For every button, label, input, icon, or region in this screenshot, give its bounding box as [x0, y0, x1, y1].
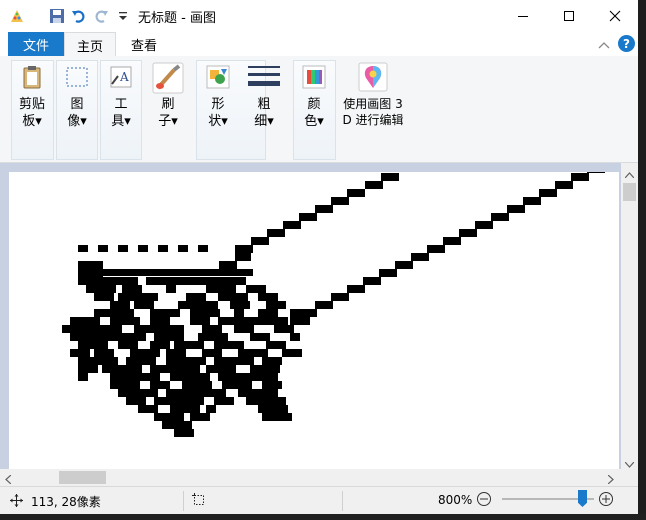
- pixel-drawing: [62, 172, 605, 437]
- brushes-label: 刷 子▾: [158, 97, 178, 129]
- status-separator: [183, 491, 184, 511]
- scroll-corner: [621, 469, 638, 486]
- tools-icon: A: [108, 64, 134, 90]
- maximize-button[interactable]: [546, 0, 592, 31]
- close-icon: [609, 10, 621, 21]
- paint3d-button[interactable]: 使用画图 3 D 进行编辑: [340, 60, 406, 128]
- brush-icon: [152, 62, 184, 94]
- background-desktop-edge: [638, 0, 646, 520]
- close-button[interactable]: [592, 0, 638, 31]
- image-label: 图 像▾: [67, 97, 87, 129]
- tab-view[interactable]: 查看: [118, 32, 170, 56]
- status-bar: 113, 28像素 800%: [0, 486, 638, 515]
- zoom-out-button[interactable]: [477, 492, 491, 506]
- clipboard-button[interactable]: 剪贴 板▾: [12, 60, 52, 130]
- select-image-icon: [64, 64, 90, 90]
- shapes-label: 形 状▾: [208, 97, 228, 129]
- shapes-icon: [205, 64, 231, 90]
- scroll-up-icon[interactable]: [624, 167, 635, 179]
- collapse-ribbon-icon[interactable]: [598, 38, 610, 52]
- horizontal-scroll-thumb[interactable]: [59, 471, 106, 484]
- status-separator: [342, 491, 343, 511]
- colors-icon: [301, 64, 327, 90]
- title-bar: 无标题 - 画图: [0, 0, 638, 31]
- tab-home[interactable]: 主页: [64, 32, 116, 57]
- paint3d-label: 使用画图 3 D 进行编辑: [342, 97, 404, 127]
- undo-icon[interactable]: [70, 7, 88, 25]
- line-width-icon: [248, 64, 280, 90]
- size-label: 粗 细▾: [254, 97, 274, 129]
- drawing-canvas[interactable]: [9, 172, 619, 472]
- minus-icon: [480, 498, 488, 500]
- redo-icon[interactable]: [92, 7, 110, 25]
- cursor-position-icon: [10, 494, 23, 510]
- maximize-icon: [564, 10, 574, 21]
- colors-label: 颜 色▾: [304, 97, 324, 129]
- minimize-button[interactable]: [500, 0, 546, 31]
- size-button[interactable]: 粗 细▾: [244, 60, 284, 130]
- clipboard-icon: [19, 64, 45, 90]
- window-title: 无标题 - 画图: [138, 11, 216, 26]
- save-icon[interactable]: [48, 7, 66, 25]
- help-icon[interactable]: ?: [618, 35, 635, 52]
- canvas-workspace: [0, 163, 638, 486]
- plus-icon: [602, 495, 610, 503]
- selection-size-icon: [192, 493, 206, 510]
- vertical-scrollbar[interactable]: [621, 163, 638, 469]
- taskbar-edge: [0, 514, 646, 520]
- vertical-scroll-thumb[interactable]: [623, 183, 636, 201]
- paint-window: 无标题 - 画图 文件 主页 查看 ? 剪贴 板▾ 图 像▾ A 工 具▾ 刷 …: [0, 0, 638, 520]
- zoom-level: 800%: [438, 493, 473, 507]
- svg-text:A: A: [119, 70, 129, 84]
- tools-label: 工 具▾: [111, 97, 131, 129]
- scroll-down-icon[interactable]: [624, 457, 635, 468]
- tools-button[interactable]: A 工 具▾: [101, 60, 141, 130]
- ribbon: 剪贴 板▾ 图 像▾ A 工 具▾ 刷 子▾ 形 状▾ 粗 细▾ 颜 色▾ 使用…: [0, 56, 638, 163]
- paint3d-icon: [358, 62, 388, 92]
- paint-app-icon[interactable]: [8, 7, 26, 25]
- scroll-left-icon[interactable]: [5, 473, 12, 485]
- scroll-right-icon[interactable]: [607, 473, 614, 485]
- cursor-position-text: 113, 28像素: [31, 495, 101, 509]
- horizontal-scrollbar[interactable]: [0, 469, 621, 486]
- clipboard-label: 剪贴 板▾: [18, 97, 45, 129]
- brushes-button[interactable]: 刷 子▾: [146, 60, 190, 130]
- colors-button[interactable]: 颜 色▾: [294, 60, 334, 130]
- zoom-in-button[interactable]: [599, 492, 613, 506]
- zoom-slider-thumb[interactable]: [578, 490, 587, 507]
- customize-qa-icon[interactable]: [114, 7, 132, 25]
- minimize-icon: [518, 15, 528, 17]
- tab-file[interactable]: 文件: [8, 32, 64, 56]
- shapes-button[interactable]: 形 状▾: [200, 60, 236, 130]
- image-button[interactable]: 图 像▾: [57, 60, 97, 130]
- ribbon-tabs: 文件 主页 查看 ?: [0, 31, 638, 57]
